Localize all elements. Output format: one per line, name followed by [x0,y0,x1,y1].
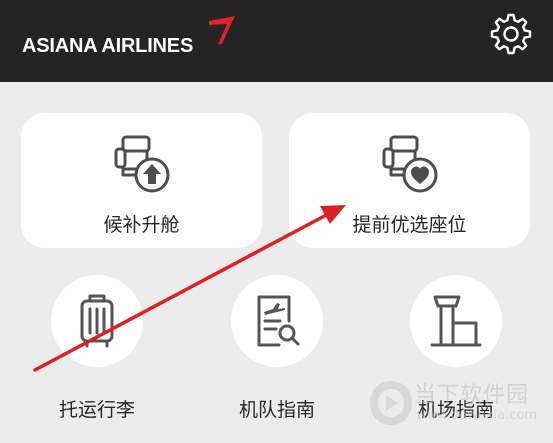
asiana-logo-icon [209,16,235,44]
brand-name: ASIANA AIRLINES [22,35,194,57]
seat-upgrade-arrow-icon [114,135,169,193]
airport-tower-icon [430,295,482,347]
fleet-guide-item[interactable]: 机队指南 [187,275,367,443]
fleet-guide-label: 机队指南 [238,399,315,421]
seat-heart-icon [382,135,437,193]
fleet-guide-circle [231,275,323,367]
checked-baggage-label: 托运行李 [58,399,135,421]
airport-guide-label: 机场指南 [417,399,494,421]
advance-seat-selection-label: 提前优选座位 [352,214,467,236]
upgrade-waitlist-label: 候补升舱 [103,214,180,236]
app-header: ASIANA AIRLINES [0,0,553,82]
luggage-icon [80,294,114,348]
checked-baggage-item[interactable]: 托运行李 [7,275,187,443]
airport-guide-item[interactable]: 机场指南 [366,275,546,443]
airport-guide-circle [410,275,502,367]
upgrade-waitlist-card[interactable]: 候补升舱 [21,113,262,248]
gear-icon [490,13,532,55]
advance-seat-selection-card[interactable]: 提前优选座位 [289,113,530,248]
settings-button[interactable] [490,13,532,55]
fleet-guide-document-icon [257,295,300,347]
checked-baggage-circle [51,275,143,367]
